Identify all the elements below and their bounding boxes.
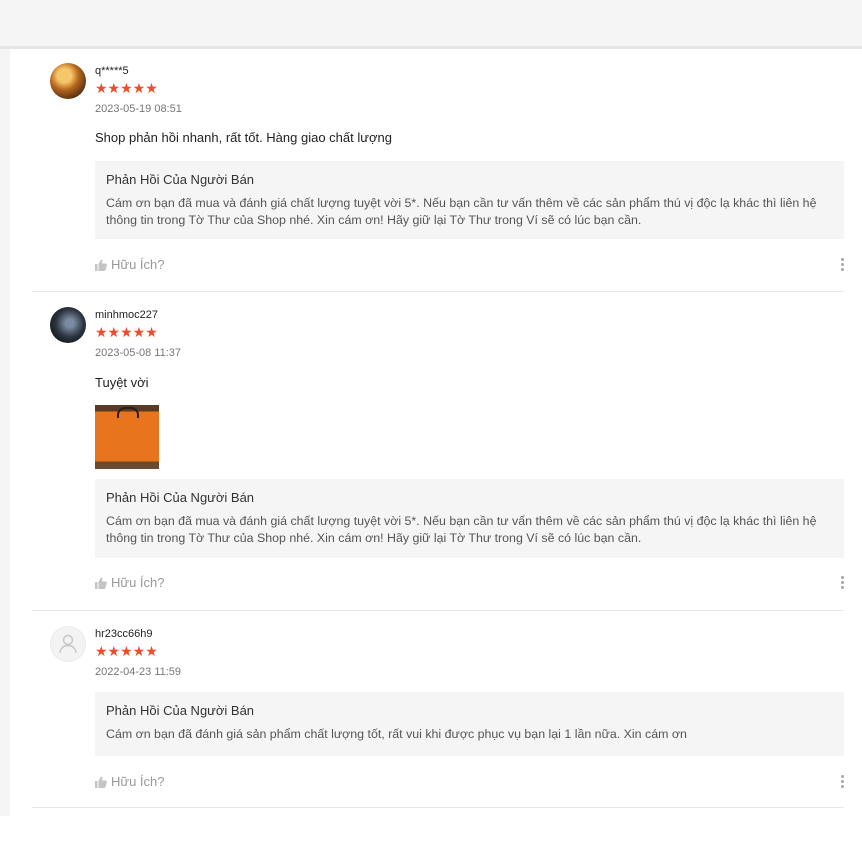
reviewer-username[interactable]: q*****5 [95,65,129,77]
review-comment: Shop phản hồi nhanh, rất tốt. Hàng giao … [95,130,392,145]
helpful-button[interactable]: Hữu Ích? [95,575,165,590]
avatar[interactable] [50,626,86,662]
review-item: minhmoc227 ★★★★★ 2023-05-08 11:37 Tuyệt … [32,307,844,610]
divider [32,291,844,292]
seller-response-text: Cám ơn bạn đã mua và đánh giá chất lượng… [106,196,817,227]
review-comment: Tuyệt vời [95,375,149,390]
helpful-label: Hữu Ích? [111,257,165,272]
seller-response: Phản Hồi Của Người Bán Cám ơn bạn đã mua… [95,161,844,239]
rating-stars: ★★★★★ [95,643,158,659]
top-shadow [0,46,862,49]
seller-response: Phản Hồi Của Người Bán Cám ơn bạn đã đán… [95,692,844,756]
review-date: 2023-05-19 08:51 [95,103,182,115]
thumbs-up-icon [95,577,107,589]
review-photo[interactable] [95,405,159,469]
helpful-button[interactable]: Hữu Ích? [95,774,165,789]
seller-response-text: Cám ơn bạn đã đánh giá sản phẩm chất lượ… [106,727,687,741]
more-vertical-icon[interactable] [840,576,844,590]
helpful-label: Hữu Ích? [111,575,165,590]
rating-stars: ★★★★★ [95,80,158,96]
review-item: q*****5 ★★★★★ 2023-05-19 08:51 Shop phản… [32,63,844,291]
reviewer-username[interactable]: hr23cc66h9 [95,628,153,640]
thumbs-up-icon [95,776,107,788]
review-date: 2022-04-23 11:59 [95,666,182,678]
thumbs-up-icon [95,259,107,271]
reviewer-username[interactable]: minhmoc227 [95,309,158,321]
divider [32,610,844,611]
left-edge [0,49,10,816]
rating-stars: ★★★★★ [95,324,158,340]
more-vertical-icon[interactable] [840,775,844,789]
review-date: 2023-05-08 11:37 [95,347,182,359]
helpful-label: Hữu Ích? [111,774,165,789]
avatar[interactable] [50,63,86,99]
seller-response: Phản Hồi Của Người Bán Cám ơn bạn đã mua… [95,479,844,558]
top-strip [0,0,862,46]
review-item: hr23cc66h9 ★★★★★ 2022-04-23 11:59 Phản H… [32,626,844,808]
divider [32,807,844,808]
seller-response-title: Phản Hồi Của Người Bán [106,703,255,718]
helpful-button[interactable]: Hữu Ích? [95,257,165,272]
seller-response-title: Phản Hồi Của Người Bán [106,490,255,505]
seller-response-title: Phản Hồi Của Người Bán [106,172,255,187]
seller-response-text: Cám ơn bạn đã mua và đánh giá chất lượng… [106,514,817,545]
more-vertical-icon[interactable] [840,258,844,272]
avatar[interactable] [50,307,86,343]
user-icon [59,634,77,654]
